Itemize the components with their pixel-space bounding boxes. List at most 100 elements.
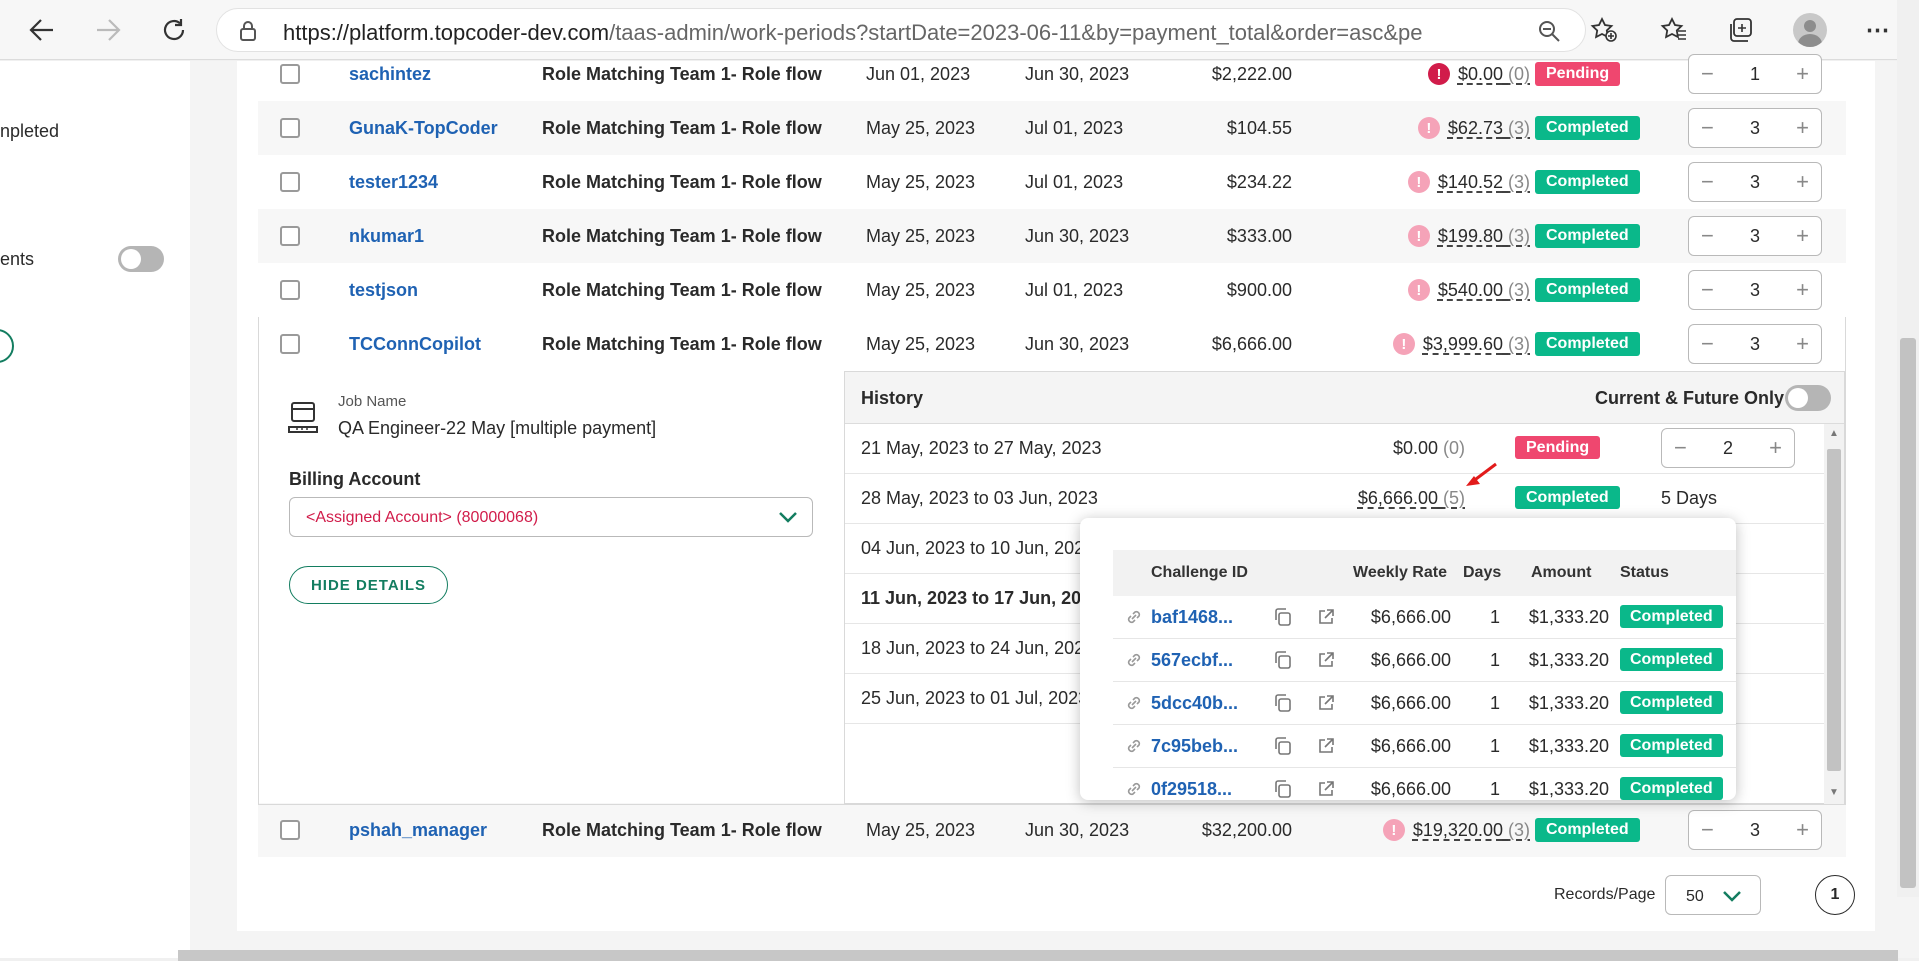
page-1-button[interactable]: 1 xyxy=(1815,875,1855,915)
row-checkbox[interactable] xyxy=(280,280,300,300)
alert-icon[interactable]: ! xyxy=(1407,279,1430,301)
challenge-id-link[interactable]: 5dcc40b... xyxy=(1151,693,1238,714)
team-name: Role Matching Team 1- Role flow xyxy=(542,117,822,138)
add-favorite-icon[interactable] xyxy=(1582,8,1626,52)
more-menu-icon[interactable]: ⋯ xyxy=(1856,8,1900,52)
payment-total-link[interactable]: $540.00 (3) xyxy=(1438,280,1530,301)
copy-icon[interactable] xyxy=(1273,650,1293,675)
row-checkbox[interactable] xyxy=(280,820,300,840)
weeks-stepper[interactable]: − 3 + xyxy=(1688,810,1822,850)
copy-icon[interactable] xyxy=(1273,736,1293,761)
row-checkbox[interactable] xyxy=(280,172,300,192)
history-scrollbar[interactable]: ▲ ▼ xyxy=(1824,424,1844,804)
favorites-icon[interactable] xyxy=(1652,8,1696,52)
zoom-icon[interactable] xyxy=(1537,19,1561,48)
challenge-id-link[interactable]: baf1468... xyxy=(1151,607,1233,628)
start-date: May 25, 2023 xyxy=(866,171,976,192)
payment-total-link[interactable]: $0.00 (0) xyxy=(1458,64,1530,85)
url-text[interactable]: https://platform.topcoder-dev.com/taas-a… xyxy=(283,20,1423,46)
username-link[interactable]: sachintez xyxy=(349,47,431,101)
history-amount[interactable]: $6,666.00 (5) xyxy=(1245,488,1465,509)
weeks-stepper[interactable]: − 1 + xyxy=(1688,54,1822,94)
lock-icon[interactable] xyxy=(239,20,257,47)
external-link-icon[interactable] xyxy=(1316,650,1336,675)
username-link[interactable]: tester1234 xyxy=(349,155,438,209)
copy-icon[interactable] xyxy=(1273,779,1293,800)
profile-avatar[interactable] xyxy=(1788,8,1832,52)
payment-total-link[interactable]: $62.73 (3) xyxy=(1448,118,1530,139)
increment-button[interactable]: + xyxy=(1796,817,1809,843)
status-badge: Completed xyxy=(1535,170,1640,194)
decrement-button[interactable]: − xyxy=(1701,115,1714,141)
decrement-button[interactable]: − xyxy=(1674,435,1687,461)
records-per-page-select[interactable]: 50 xyxy=(1665,875,1761,915)
weeks-stepper[interactable]: − 3 + xyxy=(1688,162,1822,202)
increment-button[interactable]: + xyxy=(1796,115,1809,141)
external-link-icon[interactable] xyxy=(1316,779,1336,800)
weeks-stepper[interactable]: − 3 + xyxy=(1688,270,1822,310)
days-stepper[interactable]: − 2 + xyxy=(1661,428,1795,468)
payment-total-link[interactable]: $199.80 (3) xyxy=(1438,226,1530,247)
forward-icon[interactable] xyxy=(86,8,130,52)
row-checkbox[interactable] xyxy=(280,118,300,138)
weekly-total: $900.00 xyxy=(1226,279,1292,300)
red-arrow-annotation xyxy=(1464,460,1500,495)
challenge-id-link[interactable]: 0f29518... xyxy=(1151,779,1232,800)
weeks-stepper[interactable]: − 3 + xyxy=(1688,216,1822,256)
alert-icon[interactable]: ! xyxy=(1407,225,1430,247)
address-bar[interactable]: https://platform.topcoder-dev.com/taas-a… xyxy=(216,8,1586,52)
stepper-value: 3 xyxy=(1749,225,1760,246)
external-link-icon[interactable] xyxy=(1316,736,1336,761)
filter-radio[interactable] xyxy=(0,329,14,363)
alert-icon[interactable]: ! xyxy=(1427,63,1450,85)
decrement-button[interactable]: − xyxy=(1701,169,1714,195)
increment-button[interactable]: + xyxy=(1796,169,1809,195)
table-row: sachintez Role Matching Team 1- Role flo… xyxy=(258,47,1846,101)
increment-button[interactable]: + xyxy=(1796,223,1809,249)
row-checkbox[interactable] xyxy=(280,64,300,84)
start-date: May 25, 2023 xyxy=(866,819,976,840)
history-amount[interactable]: $0.00 (0) xyxy=(1245,438,1465,459)
external-link-icon[interactable] xyxy=(1316,693,1336,718)
decrement-button[interactable]: − xyxy=(1701,817,1714,843)
payment-total-link[interactable]: $19,320.00 (3) xyxy=(1413,820,1530,841)
status-badge: Completed xyxy=(1535,224,1640,248)
username-link[interactable]: testjson xyxy=(349,263,418,317)
reload-icon[interactable] xyxy=(152,8,196,52)
filter-toggle[interactable] xyxy=(118,246,164,272)
decrement-button[interactable]: − xyxy=(1701,223,1714,249)
job-name-value: QA Engineer-22 May [multiple payment] xyxy=(338,418,657,438)
history-title: History xyxy=(861,388,924,408)
current-future-label: Current & Future Only xyxy=(1595,388,1785,408)
increment-button[interactable]: + xyxy=(1769,435,1782,461)
alert-icon[interactable]: ! xyxy=(1382,819,1405,841)
collections-icon[interactable] xyxy=(1718,8,1762,52)
alert-icon[interactable]: ! xyxy=(1407,171,1430,193)
hide-details-button[interactable]: HIDE DETAILS xyxy=(289,566,448,604)
username-link[interactable]: pshah_manager xyxy=(349,803,487,857)
payment-total-link[interactable]: $140.52 (3) xyxy=(1438,172,1530,193)
row-checkbox[interactable] xyxy=(280,226,300,246)
copy-icon[interactable] xyxy=(1273,693,1293,718)
decrement-button[interactable]: − xyxy=(1701,61,1714,87)
days: 1 xyxy=(1489,650,1500,670)
challenge-row: 7c95beb... $6,666.00 1 $1,333.20 Complet… xyxy=(1113,725,1736,768)
link-icon xyxy=(1125,608,1143,631)
username-link[interactable]: GunaK-TopCoder xyxy=(349,101,498,155)
challenge-id-link[interactable]: 7c95beb... xyxy=(1151,736,1238,757)
username-link[interactable]: nkumar1 xyxy=(349,209,424,263)
increment-button[interactable]: + xyxy=(1796,61,1809,87)
page-scrollbar-thumb[interactable] xyxy=(1900,338,1916,888)
billing-account-select[interactable]: <Assigned Account> (80000068) xyxy=(289,497,813,537)
challenge-id-link[interactable]: 567ecbf... xyxy=(1151,650,1233,671)
external-link-icon[interactable] xyxy=(1316,607,1336,632)
back-icon[interactable] xyxy=(20,8,64,52)
horizontal-scrollbar[interactable] xyxy=(178,950,1898,961)
weeks-stepper[interactable]: − 3 + xyxy=(1688,108,1822,148)
decrement-button[interactable]: − xyxy=(1701,277,1714,303)
alert-icon[interactable]: ! xyxy=(1417,117,1440,139)
challenge-row: baf1468... $6,666.00 1 $1,333.20 Complet… xyxy=(1113,596,1736,639)
copy-icon[interactable] xyxy=(1273,607,1293,632)
current-future-toggle[interactable] xyxy=(1785,385,1831,411)
increment-button[interactable]: + xyxy=(1796,277,1809,303)
